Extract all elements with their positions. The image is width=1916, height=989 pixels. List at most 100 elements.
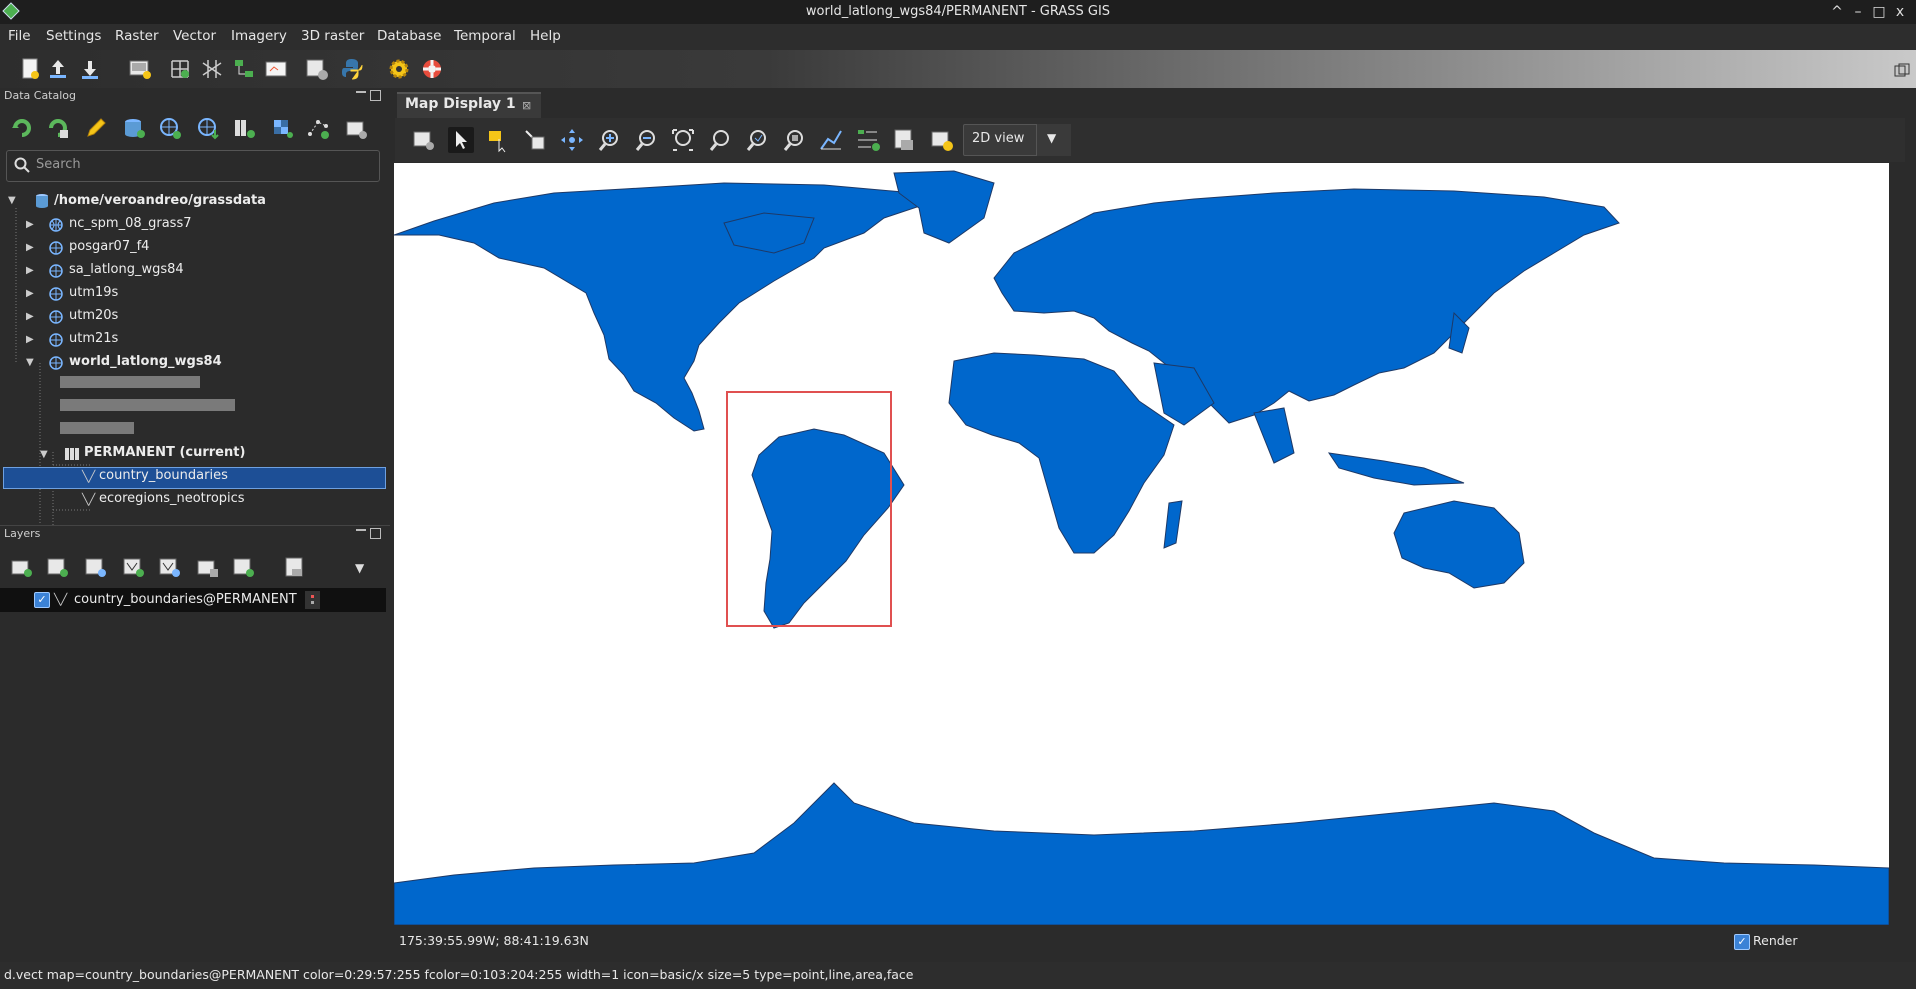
open-workspace-icon[interactable] [46, 57, 70, 81]
edit-mode-pencil-icon[interactable] [84, 116, 108, 140]
window-title: world_latlong_wgs84/PERMANENT - GRASS GI… [805, 4, 1111, 19]
zoom-back-icon[interactable] [707, 127, 733, 153]
menu-file[interactable]: File [8, 28, 31, 44]
location-globe-icon [48, 309, 64, 329]
layer-options-icon[interactable] [305, 591, 320, 609]
import-layer-icon[interactable] [344, 116, 368, 140]
download-location-globe-icon[interactable] [196, 116, 220, 140]
new-map-display-icon[interactable] [128, 57, 152, 81]
settings-icon[interactable] [305, 57, 329, 81]
africa [948, 352, 1175, 554]
render-label: Render [1753, 933, 1798, 948]
tree-expand-arrow[interactable]: ▶ [26, 265, 34, 276]
save-workspace-icon[interactable] [78, 57, 102, 81]
tree-expand-arrow[interactable]: ▶ [26, 311, 34, 322]
tree-expand-arrow[interactable]: ▶ [26, 334, 34, 345]
select-vector-icon[interactable] [485, 127, 511, 153]
tree-location-item[interactable]: nc_spm_08_grass7 [69, 216, 192, 231]
location-globe-icon [48, 217, 64, 237]
grassdb-root[interactable]: /home/veroandreo/grassdata [54, 193, 266, 208]
tree-collapse-arrow[interactable]: ▼ [40, 449, 48, 460]
tree-location-item[interactable]: utm21s [69, 331, 118, 346]
dock-float-icon[interactable] [356, 91, 366, 101]
restore-dock-icon[interactable] [1893, 62, 1911, 80]
add-map-elements-icon[interactable] [411, 127, 437, 153]
dock-close-icon[interactable] [370, 90, 381, 101]
layer-name[interactable]: country_boundaries@PERMANENT [74, 592, 297, 607]
python-shell-icon[interactable] [340, 57, 364, 81]
add-vector-icon[interactable] [122, 555, 146, 579]
window-shade-button[interactable]: ^ [1828, 3, 1846, 21]
tab-map-display-1[interactable]: Map Display 1 ⊠ [397, 92, 541, 118]
tree-collapse-arrow[interactable]: ▼ [26, 357, 34, 368]
print-map-icon[interactable] [929, 127, 955, 153]
modeler-icon[interactable] [232, 57, 256, 81]
location-globe-icon [48, 263, 64, 283]
tree-collapse-arrow[interactable]: ▼ [8, 195, 16, 206]
menu-temporal[interactable]: Temporal [454, 28, 516, 44]
dock-close-icon[interactable] [370, 528, 381, 539]
tree-location-item[interactable]: utm19s [69, 285, 118, 300]
grid-icon[interactable] [200, 57, 224, 81]
zoom-to-extent-icon[interactable] [670, 127, 696, 153]
help-lifebuoy-icon[interactable] [420, 57, 444, 81]
add-various-vector-icon[interactable] [158, 555, 182, 579]
zoom-out-icon[interactable] [633, 127, 659, 153]
menu-imagery[interactable]: Imagery [231, 28, 287, 44]
tab-close-icon[interactable]: ⊠ [522, 99, 531, 112]
query-icon[interactable] [522, 127, 548, 153]
tree-location-item[interactable]: posgar07_f4 [69, 239, 149, 254]
georectify-icon[interactable] [168, 57, 192, 81]
menu-database[interactable]: Database [377, 28, 441, 44]
menu-raster[interactable]: Raster [115, 28, 159, 44]
save-display-icon[interactable] [892, 127, 918, 153]
add-map-layers-icon[interactable] [10, 555, 34, 579]
tree-expand-arrow[interactable]: ▶ [26, 242, 34, 253]
pointer-icon[interactable] [448, 127, 474, 153]
render-checkbox[interactable]: ✓ [1734, 934, 1750, 950]
view-mode-dropdown[interactable]: ▼ [1036, 124, 1071, 156]
reload-current-mapset-icon[interactable] [46, 116, 70, 140]
menu-settings[interactable]: Settings [46, 28, 101, 44]
add-raster-icon[interactable] [46, 555, 70, 579]
menu-help[interactable]: Help [530, 28, 561, 44]
tree-map-item[interactable]: ecoregions_neotropics [99, 491, 245, 506]
map-canvas[interactable] [394, 163, 1889, 925]
import-raster-icon[interactable] [270, 116, 294, 140]
layer-visibility-checkbox[interactable]: ✓ [34, 592, 50, 608]
window-close-button[interactable]: x [1891, 3, 1909, 21]
grassdb-database-icon[interactable] [122, 116, 146, 140]
tree-location-current[interactable]: world_latlong_wgs84 [69, 354, 222, 369]
dock-float-icon[interactable] [356, 529, 366, 539]
menu-vector[interactable]: Vector [173, 28, 216, 44]
tree-location-item[interactable]: utm20s [69, 308, 118, 323]
tree-location-item[interactable]: sa_latlong_wgs84 [69, 262, 184, 277]
tree-map-item[interactable]: country_boundaries [99, 468, 228, 483]
add-location-globe-icon[interactable] [158, 116, 182, 140]
window-maximize-button[interactable]: □ [1870, 3, 1888, 21]
menu-3d-raster[interactable]: 3D raster [301, 28, 364, 44]
redacted-mapset [60, 376, 200, 388]
tree-expand-arrow[interactable]: ▶ [26, 288, 34, 299]
import-vector-icon[interactable] [306, 116, 330, 140]
zoom-in-icon[interactable] [596, 127, 622, 153]
zoom-region-icon[interactable] [781, 127, 807, 153]
tree-mapset-current[interactable]: PERMANENT (current) [84, 445, 245, 460]
add-legend-icon[interactable] [855, 127, 881, 153]
layers-menu-chevron-icon[interactable]: ▼ [355, 561, 364, 575]
cartographic-composer-icon[interactable] [264, 57, 288, 81]
add-overlay-icon[interactable] [196, 555, 220, 579]
preferences-gear-icon[interactable] [387, 57, 411, 81]
pan-icon[interactable] [559, 127, 585, 153]
delete-layer-icon[interactable] [283, 555, 307, 579]
new-workspace-icon[interactable] [18, 57, 42, 81]
redacted-mapset [60, 422, 134, 434]
add-group-icon[interactable] [232, 555, 256, 579]
zoom-options-icon[interactable] [744, 127, 770, 153]
add-mapset-icon[interactable] [232, 116, 256, 140]
window-minimize-button[interactable]: – [1849, 3, 1867, 21]
tree-expand-arrow[interactable]: ▶ [26, 219, 34, 230]
analyze-map-icon[interactable] [818, 127, 844, 153]
reload-icon[interactable] [10, 116, 34, 140]
add-various-raster-icon[interactable] [84, 555, 108, 579]
